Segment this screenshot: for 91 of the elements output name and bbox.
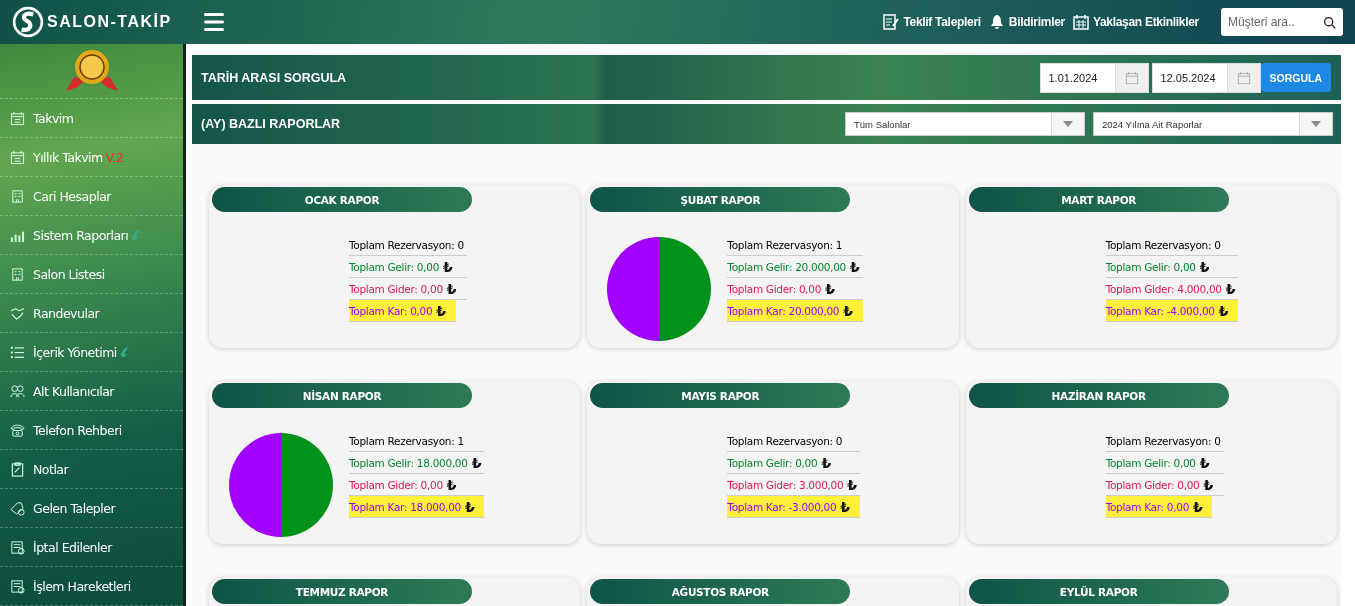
menu-icon[interactable] [203, 13, 224, 31]
card-title: TEMMUZ RAPOR [212, 579, 472, 604]
stat-text: Toplam Kar: 20.000,00 [727, 305, 840, 317]
stat-text: Toplam Rezervasyon: 0 [1105, 435, 1221, 447]
stat-text: Toplam Gelir: 0,00 [349, 261, 440, 273]
caret-icon [1063, 121, 1073, 127]
sidebar-item[interactable]: Alt Kullanıcılar [0, 372, 183, 411]
sidebar-item[interactable]: İşlem Hareketleri [0, 567, 183, 606]
caret-icon [1311, 121, 1321, 127]
currency-sign: ₺ [443, 261, 453, 273]
sidebar-item[interactable]: İptal Edilenler [0, 528, 183, 567]
stat-text: Toplam Kar: 0,00 [349, 305, 433, 317]
stat-text: Toplam Rezervasyon: 0 [1105, 239, 1221, 251]
currency-sign: ₺ [843, 305, 853, 317]
building-icon [10, 188, 25, 204]
sidebar-item[interactable]: Gelen Talepler [0, 489, 183, 528]
brand-name: SALON-TAKİP [47, 13, 172, 31]
currency-sign: ₺ [1218, 305, 1229, 317]
stat-text: Toplam Gider: 4.000,00 [1105, 283, 1222, 295]
currency-sign: ₺ [1203, 479, 1213, 491]
stat-text: Toplam Gider: 0,00 [349, 283, 443, 295]
sidebar-item[interactable]: Salon Listesi [0, 255, 183, 294]
search-field[interactable]: Müşteri ara.. [1221, 8, 1343, 36]
stat-text: Toplam Gider: 0,00 [1105, 479, 1200, 491]
stat-text: Toplam Gelir: 0,00 [1105, 457, 1196, 469]
card-title: OCAK RAPOR [212, 187, 472, 212]
filter-dropdown[interactable]: Tüm Salonlar [845, 112, 1085, 136]
currency-sign: ₺ [436, 305, 446, 317]
card-title: MAYIS RAPOR [590, 383, 851, 408]
stat-text: Toplam Gelir: 18.000,00 [349, 457, 468, 469]
currency-sign: ₺ [1199, 457, 1210, 469]
card-title: AĞUSTOS RAPOR [590, 579, 851, 604]
currency-sign: ₺ [446, 479, 457, 491]
card-title: MART RAPOR [968, 187, 1229, 212]
logo-icon [12, 6, 44, 38]
stat-text: Toplam Kar: 18.000,00 [349, 501, 461, 513]
sidebar-item[interactable]: İçerik Yönetimi [0, 333, 183, 372]
stat-text: Toplam Rezervasyon: 1 [349, 435, 464, 447]
stat-text: Toplam Kar: -3.000,00 [727, 501, 837, 513]
form-icon[interactable] [883, 14, 900, 30]
currency-sign: ₺ [464, 501, 475, 513]
date-field[interactable]: 1.01.2024 [1039, 62, 1149, 93]
stat-text: Toplam Gelir: 0,00 [1105, 261, 1196, 273]
stat-text: Toplam Gelir: 20.000,00 [727, 261, 846, 273]
sidebar-item[interactable]: Telefon Rehberi [0, 411, 183, 450]
stat-text: Toplam Rezervasyon: 1 [727, 239, 843, 251]
search-icon[interactable] [1323, 15, 1336, 29]
query-button[interactable]: SORGULA [1260, 63, 1331, 92]
tag-icon [10, 500, 25, 516]
calendar-icon[interactable] [1072, 14, 1089, 30]
users-icon [10, 383, 25, 399]
currency-sign: ₺ [1225, 283, 1236, 295]
date-field[interactable]: 12.05.2024 [1151, 62, 1261, 93]
phone-icon [10, 422, 25, 438]
currency-sign: ₺ [471, 457, 482, 469]
currency-sign: ₺ [840, 501, 850, 513]
version-label: V.2 [105, 149, 124, 165]
bell-icon[interactable] [988, 14, 1005, 30]
currency-sign: ₺ [821, 457, 831, 469]
note-icon [10, 461, 25, 477]
sidebar-item[interactable]: Notlar [0, 450, 183, 489]
currency-sign: ₺ [847, 479, 857, 491]
currency-sign: ₺ [446, 283, 457, 295]
card-title: NİSAN RAPOR [212, 383, 472, 408]
list-icon [10, 344, 25, 360]
sidebar-item[interactable]: Sistem Raporları [0, 216, 183, 255]
stat-text: Toplam Gider: 3.000,00 [727, 479, 844, 491]
currency-sign: ₺ [849, 261, 860, 273]
calendar-icon [10, 149, 25, 165]
currency-sign: ₺ [1193, 501, 1203, 513]
doc-icon [10, 539, 25, 555]
header-link[interactable]: Yaklaşan Etkinlikler [1092, 15, 1199, 29]
card-title: EYLÜL RAPOR [968, 579, 1229, 604]
currency-sign: ₺ [825, 283, 835, 295]
stat-text: Toplam Gider: 0,00 [727, 283, 822, 295]
stat-text: Toplam Gelir: 0,00 [727, 457, 818, 469]
filter-dropdown[interactable]: 2024 Yılına Ait Raporlar [1093, 112, 1333, 136]
header-link[interactable]: Bildirimler [1008, 15, 1065, 29]
panel-title: (AY) BAZLI RAPORLAR [201, 117, 341, 131]
stat-text: Toplam Rezervasyon: 0 [349, 239, 464, 251]
card-title: HAZİRAN RAPOR [968, 383, 1229, 408]
card-title: ŞUBAT RAPOR [590, 187, 851, 212]
panel-title: TARİH ARASI SORGULA [201, 70, 347, 85]
calendar-icon [10, 110, 25, 126]
header-link[interactable]: Teklif Talepleri [903, 15, 981, 29]
currency-sign: ₺ [1199, 261, 1210, 273]
sidebar-item[interactable]: Randevular [0, 294, 183, 333]
stat-text: Toplam Gider: 0,00 [349, 479, 443, 491]
building-icon [10, 266, 25, 282]
stat-text: Toplam Rezervasyon: 0 [727, 435, 843, 447]
doc-icon [10, 578, 25, 594]
